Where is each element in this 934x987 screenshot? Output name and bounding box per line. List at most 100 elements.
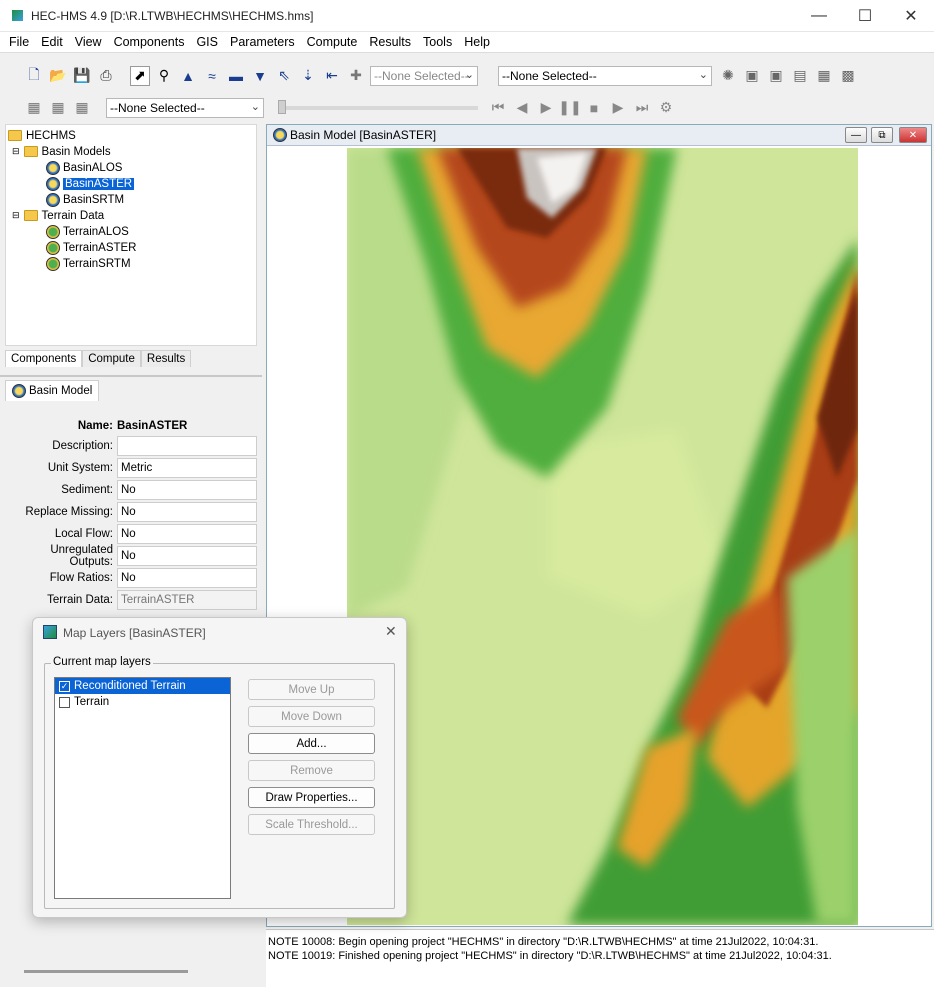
- grid-icon-3[interactable]: ▦: [72, 98, 92, 118]
- menu-edit[interactable]: Edit: [35, 35, 69, 49]
- tree-root[interactable]: HECHMS: [8, 128, 76, 143]
- chart-icon[interactable]: ▤: [790, 66, 810, 86]
- local-flow-field[interactable]: No: [117, 523, 257, 544]
- draw-properties-button[interactable]: Draw Properties...: [248, 787, 375, 808]
- basin-model-icon: [46, 192, 60, 207]
- move-down-button[interactable]: Move Down: [248, 706, 375, 727]
- move-up-button[interactable]: Move Up: [248, 679, 375, 700]
- grid-combo[interactable]: --None Selected-- ⌄: [106, 97, 264, 118]
- menu-help[interactable]: Help: [458, 35, 496, 49]
- layer-reconditioned-terrain[interactable]: ✓ Reconditioned Terrain: [55, 678, 230, 694]
- menu-file[interactable]: File: [3, 35, 35, 49]
- tab-components[interactable]: Components: [5, 350, 83, 367]
- grid-icon-2[interactable]: ▦: [48, 98, 68, 118]
- source-tool-icon[interactable]: ⇣: [298, 66, 318, 86]
- layer-checkbox[interactable]: ✓: [59, 680, 70, 692]
- save-icon[interactable]: 💾: [72, 66, 92, 86]
- inner-close-button[interactable]: ✕: [899, 127, 927, 143]
- menu-parameters[interactable]: Parameters: [224, 35, 301, 49]
- step-forward-icon[interactable]: ▶: [608, 98, 628, 118]
- sediment-field[interactable]: No: [117, 479, 257, 500]
- tab-basin-model[interactable]: Basin Model: [5, 380, 100, 401]
- pause-icon[interactable]: ❚❚: [558, 98, 581, 118]
- flow-ratios-field[interactable]: No: [117, 567, 257, 588]
- tree-terrain-data[interactable]: ⊟ Terrain Data: [12, 208, 104, 223]
- menu-view[interactable]: View: [69, 35, 108, 49]
- tree-basin-alos[interactable]: BasinALOS: [46, 160, 122, 175]
- map-layers-icon: [43, 625, 57, 639]
- new-file-icon[interactable]: 🗋: [24, 66, 44, 86]
- basin-window-title: Basin Model [BasinASTER]: [290, 128, 437, 142]
- slider-thumb[interactable]: [278, 99, 286, 114]
- tree-basin-models[interactable]: ⊟ Basin Models: [12, 144, 111, 159]
- summary-icon[interactable]: ▣: [742, 66, 762, 86]
- grid-icon-1[interactable]: ▦: [24, 98, 44, 118]
- inner-minimize-button[interactable]: —: [845, 127, 867, 143]
- sink-tool-icon[interactable]: ⇤: [322, 66, 342, 86]
- play-icon[interactable]: ▶: [536, 98, 556, 118]
- terrain-map[interactable]: [347, 148, 858, 925]
- compute-icon[interactable]: ✺: [718, 66, 738, 86]
- collapse-icon[interactable]: ⊟: [12, 146, 20, 157]
- tree-basin-srtm[interactable]: BasinSRTM: [46, 192, 124, 207]
- graph-icon[interactable]: ▣: [766, 66, 786, 86]
- pointer-tool-icon[interactable]: ⬈: [130, 65, 150, 86]
- diversion-tool-icon[interactable]: ⇖: [274, 66, 294, 86]
- menu-components[interactable]: Components: [108, 35, 191, 49]
- print-icon[interactable]: ⎙: [96, 66, 116, 86]
- reservoir-tool-icon[interactable]: ▬: [226, 66, 246, 86]
- scale-threshold-button[interactable]: Scale Threshold...: [248, 814, 375, 835]
- tree-terrain-aster[interactable]: TerrainASTER: [46, 240, 137, 255]
- subbasin-tool-icon[interactable]: ▲: [178, 66, 198, 86]
- reach-tool-icon[interactable]: ≈: [202, 66, 222, 86]
- minimize-button[interactable]: —: [796, 0, 842, 32]
- title-bar: HEC-HMS 4.9 [D:\R.LTWB\HECHMS\HECHMS.hms…: [0, 0, 934, 32]
- menu-tools[interactable]: Tools: [417, 35, 458, 49]
- remove-layer-button[interactable]: Remove: [248, 760, 375, 781]
- replace-missing-field[interactable]: No: [117, 501, 257, 522]
- folder-icon: [8, 130, 22, 141]
- step-back-icon[interactable]: ◀: [512, 98, 532, 118]
- menu-gis[interactable]: GIS: [190, 35, 224, 49]
- collapse-icon[interactable]: ⊟: [12, 210, 20, 221]
- dialog-close-icon[interactable]: ✕: [385, 623, 397, 640]
- basin-model-icon: [12, 384, 26, 398]
- menu-compute[interactable]: Compute: [301, 35, 364, 49]
- layer-terrain[interactable]: Terrain: [55, 694, 230, 710]
- menu-results[interactable]: Results: [363, 35, 417, 49]
- maximize-button[interactable]: ☐: [842, 0, 888, 32]
- zoom-tool-icon[interactable]: ⚲: [154, 66, 174, 86]
- map-layers-dialog: Map Layers [BasinASTER] ✕ Current map la…: [32, 617, 407, 918]
- time-slider[interactable]: [278, 99, 478, 114]
- rewind-icon[interactable]: ⏮: [488, 98, 508, 118]
- unregulated-outputs-field[interactable]: No: [117, 545, 257, 566]
- tab-compute[interactable]: Compute: [82, 350, 141, 367]
- open-folder-icon[interactable]: 📂: [48, 66, 68, 86]
- run-combo[interactable]: --None Selected-- ⌄: [498, 65, 712, 86]
- tree-terrain-alos[interactable]: TerrainALOS: [46, 224, 129, 239]
- tree-basin-aster[interactable]: BasinASTER: [46, 176, 135, 191]
- description-field[interactable]: [117, 435, 257, 456]
- add-layer-button[interactable]: Add...: [248, 733, 375, 754]
- fast-forward-icon[interactable]: ⏭: [632, 98, 652, 118]
- inner-restore-button[interactable]: ⧉: [871, 127, 893, 143]
- horizontal-scrollbar[interactable]: [24, 970, 188, 973]
- close-button[interactable]: ✕: [888, 0, 934, 32]
- splitter[interactable]: [0, 375, 262, 377]
- junction-tool-icon[interactable]: ▼: [250, 66, 270, 86]
- app-icon: [12, 10, 23, 21]
- tree-terrain-srtm[interactable]: TerrainSRTM: [46, 256, 131, 271]
- basin-window-header: Basin Model [BasinASTER] — ⧉ ✕: [267, 125, 931, 146]
- prop-description-row: Description:: [5, 435, 257, 456]
- settings-gear-icon[interactable]: ⚙: [656, 98, 676, 118]
- prop-terrain-row: Terrain Data: TerrainASTER: [5, 589, 257, 610]
- stop-icon[interactable]: ■: [584, 98, 604, 118]
- unit-system-field[interactable]: Metric: [117, 457, 257, 478]
- crosshair-icon[interactable]: ✚: [346, 66, 366, 86]
- results-icon[interactable]: ▩: [838, 66, 858, 86]
- layer-checkbox[interactable]: [59, 696, 70, 708]
- prop-label: Replace Missing:: [25, 505, 113, 518]
- element-combo[interactable]: --None Selected-- ⌄: [370, 65, 478, 86]
- table-icon[interactable]: ▦: [814, 66, 834, 86]
- tab-results[interactable]: Results: [140, 350, 192, 367]
